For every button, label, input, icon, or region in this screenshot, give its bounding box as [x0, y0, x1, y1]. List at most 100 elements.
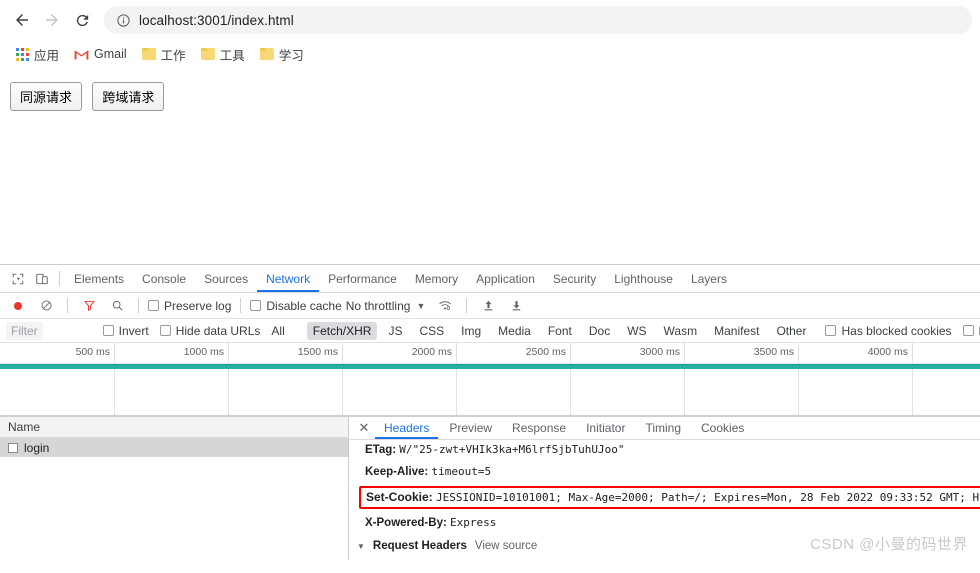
record-circle-icon [12, 300, 24, 312]
apps-grid-icon [16, 48, 29, 61]
same-origin-request-button[interactable]: 同源请求 [10, 82, 82, 111]
filter-type-doc[interactable]: Doc [583, 322, 616, 340]
tab-performance[interactable]: Performance [319, 266, 406, 292]
forward-button[interactable] [38, 6, 66, 34]
request-checkbox-icon [8, 443, 18, 453]
tab-elements[interactable]: Elements [65, 266, 133, 292]
tab-network[interactable]: Network [257, 266, 319, 292]
header-name: X-Powered-By: [365, 517, 447, 529]
watermark: CSDN @小曼的码世界 [810, 533, 968, 554]
detail-tab-response[interactable]: Response [503, 418, 575, 439]
tab-security[interactable]: Security [544, 266, 605, 292]
network-overview[interactable]: 500 ms 1000 ms 1500 ms 2000 ms 2500 ms 3… [0, 343, 980, 416]
export-har-button[interactable] [504, 295, 528, 317]
detail-tab-timing[interactable]: Timing [636, 418, 690, 439]
tab-lighthouse[interactable]: Lighthouse [605, 266, 682, 292]
header-value: timeout=5 [431, 465, 491, 478]
network-conditions-icon [438, 299, 452, 312]
checkbox-box [103, 325, 114, 336]
hide-data-urls-label: Hide data URLs [176, 324, 261, 338]
back-button[interactable] [8, 6, 36, 34]
bookmark-gmail[interactable]: Gmail [68, 44, 133, 64]
requests-column-header[interactable]: Name [0, 417, 348, 438]
bookmark-folder-study[interactable]: 学习 [254, 42, 310, 67]
header-value: Express [450, 516, 496, 529]
view-source-link[interactable]: View source [475, 540, 537, 552]
bookmark-label: 工作 [161, 45, 186, 64]
arrow-right-icon [43, 11, 61, 29]
filter-input[interactable]: Filter [6, 322, 43, 340]
header-name: Set-Cookie: [366, 490, 433, 504]
bookmark-folder-tools[interactable]: 工具 [195, 42, 251, 67]
filter-type-img[interactable]: Img [455, 322, 487, 340]
throttling-select[interactable]: No throttling [346, 299, 411, 313]
filter-button[interactable] [77, 295, 101, 317]
clear-button[interactable] [34, 295, 58, 317]
detail-tab-initiator[interactable]: Initiator [577, 418, 634, 439]
header-row-x-powered-by: X-Powered-By: Express [357, 512, 980, 534]
import-har-button[interactable] [476, 295, 500, 317]
section-title: Request Headers [373, 540, 467, 552]
detail-tab-cookies[interactable]: Cookies [692, 418, 753, 439]
reload-button[interactable] [68, 6, 96, 34]
filter-type-other[interactable]: Other [770, 322, 812, 340]
header-name: Keep-Alive: [365, 466, 428, 478]
requests-pane: Name login [0, 417, 349, 560]
invert-checkbox[interactable]: Invert [103, 324, 149, 338]
info-circle-icon[interactable] [116, 13, 131, 28]
filter-type-media[interactable]: Media [492, 322, 537, 340]
bookmark-label: Gmail [94, 47, 127, 61]
chevron-down-icon[interactable]: ▼ [416, 301, 425, 311]
tab-application[interactable]: Application [467, 266, 544, 292]
detail-tab-preview[interactable]: Preview [440, 418, 501, 439]
search-button[interactable] [105, 295, 129, 317]
tab-memory[interactable]: Memory [406, 266, 467, 292]
address-bar[interactable]: localhost:3001/index.html [104, 6, 972, 34]
timeline-ruler: 500 ms 1000 ms 1500 ms 2000 ms 2500 ms 3… [0, 343, 980, 364]
preserve-log-checkbox[interactable]: Preserve log [148, 299, 231, 313]
tab-console[interactable]: Console [133, 266, 195, 292]
bookmark-folder-work[interactable]: 工作 [136, 42, 192, 67]
inspect-element-icon [11, 272, 25, 286]
close-icon[interactable]: ✕ [355, 420, 373, 436]
device-toolbar-icon [35, 272, 49, 286]
detail-tab-headers[interactable]: Headers [375, 418, 438, 439]
chevron-down-icon[interactable]: ▼ [357, 542, 365, 551]
filter-type-manifest[interactable]: Manifest [708, 322, 765, 340]
filter-type-fetch-xhr[interactable]: Fetch/XHR [307, 322, 378, 340]
bookmark-label: 应用 [34, 45, 59, 64]
divider [240, 298, 241, 313]
disable-cache-label: Disable cache [266, 299, 341, 313]
table-row[interactable]: login [0, 438, 348, 457]
bookmarks-bar: 应用 Gmail 工作 工具 学习 [0, 40, 980, 68]
divider [138, 298, 139, 313]
timeline-tick: 1500 ms [298, 346, 338, 358]
blocked-requests-checkbox[interactable]: Blocked Requests [963, 324, 980, 338]
checkbox-box [148, 300, 159, 311]
bookmark-apps[interactable]: 应用 [10, 42, 65, 67]
network-split-view: Name login ✕ Headers Preview Response In… [0, 416, 980, 560]
bookmark-label: 工具 [220, 45, 245, 64]
header-row-accept: Accept: application/json, text/plain, */… [357, 557, 980, 560]
network-conditions-button[interactable] [433, 295, 457, 317]
checkbox-box [160, 325, 171, 336]
filter-type-wasm[interactable]: Wasm [658, 322, 704, 340]
record-button[interactable] [6, 295, 30, 317]
disable-cache-checkbox[interactable]: Disable cache [250, 299, 341, 313]
has-blocked-cookies-checkbox[interactable]: Has blocked cookies [825, 324, 951, 338]
tab-layers[interactable]: Layers [682, 266, 736, 292]
filter-type-all[interactable]: All [265, 322, 290, 340]
header-value: JESSIONID=10101001; Max-Age=2000; Path=/… [436, 491, 980, 504]
checkbox-box [825, 325, 836, 336]
filter-type-font[interactable]: Font [542, 322, 578, 340]
device-toolbar-button[interactable] [30, 268, 54, 290]
filter-type-css[interactable]: CSS [413, 322, 450, 340]
filter-type-js[interactable]: JS [382, 322, 408, 340]
preserve-log-label: Preserve log [164, 299, 231, 313]
timeline-tick: 2000 ms [412, 346, 452, 358]
tab-sources[interactable]: Sources [195, 266, 257, 292]
cross-origin-request-button[interactable]: 跨域请求 [92, 82, 164, 111]
filter-type-ws[interactable]: WS [621, 322, 652, 340]
hide-data-urls-checkbox[interactable]: Hide data URLs [160, 324, 261, 338]
inspect-element-button[interactable] [6, 268, 30, 290]
